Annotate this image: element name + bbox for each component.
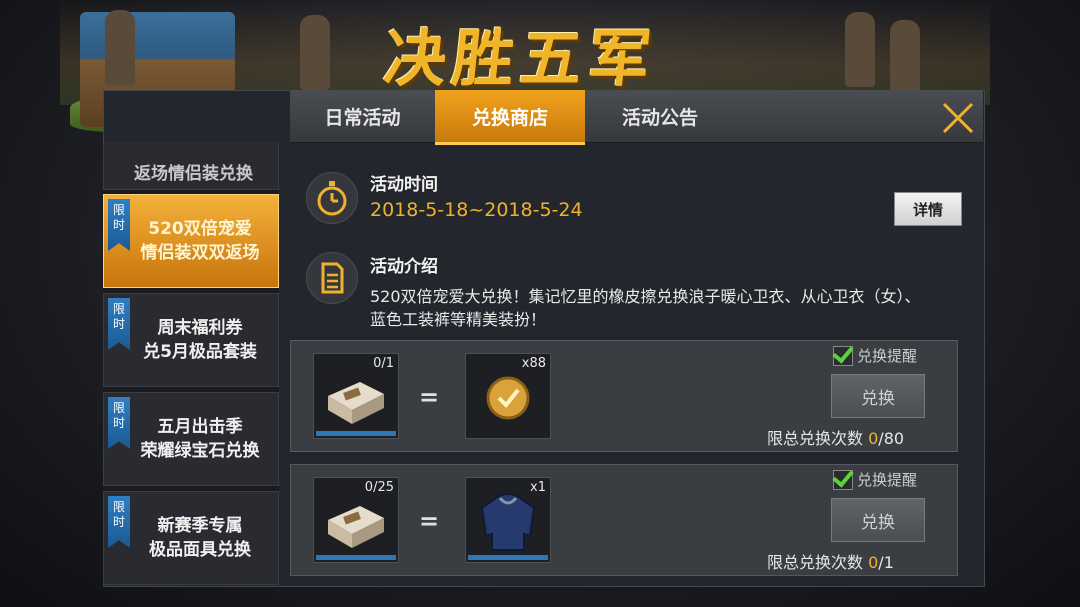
sidebar-item-line2: 极品面具兑换 <box>149 540 251 560</box>
equals-sign: = <box>419 383 440 411</box>
equals-sign: = <box>419 507 440 535</box>
sidebar-item-line1: 新赛季专属 <box>157 516 243 536</box>
exchange-limit: 限总兑换次数 0/1 <box>767 549 894 573</box>
checkbox-checked-icon[interactable] <box>833 469 853 490</box>
exchange-content: 活动时间 2018-5-18~2018-5-24 详情 活动介绍 520双倍宠爱… <box>290 142 983 585</box>
reward-item-hoodie[interactable]: x1 <box>465 477 551 563</box>
sidebar-item-weekend[interactable]: 限时 周末福利券 兑5月极品套装 <box>103 293 279 387</box>
exchange-row: 0/1 = x88 兑换提醒 兑换 限总兑换次数 0/80 <box>290 340 958 452</box>
sidebar-item-line2: 情侣装双双返场 <box>140 243 260 263</box>
limit-total: /1 <box>878 553 894 572</box>
sidebar-item-label: 520双倍宠爱 情侣装双双返场 <box>123 217 260 265</box>
limit-used: 0 <box>868 553 879 572</box>
limit-used: 0 <box>868 429 879 448</box>
limit-total: /80 <box>878 429 905 448</box>
soldier-figure <box>105 10 135 85</box>
exchange-row: 0/25 = x1 兑换提醒 兑换 限总兑换次数 0/1 <box>290 464 958 576</box>
cost-item-eraser[interactable]: 0/25 <box>313 477 399 563</box>
exchange-reminder-label: 兑换提醒 <box>857 347 918 365</box>
cost-count: 0/25 <box>364 480 394 495</box>
sidebar-item-may[interactable]: 限时 五月出击季 荣耀绿宝石兑换 <box>103 392 279 486</box>
sidebar-item-line1: 周末福利券 <box>157 318 243 338</box>
sidebar-item-new-season[interactable]: 限时 新赛季专属 极品面具兑换 <box>103 491 279 585</box>
activity-time-value: 2018-5-18~2018-5-24 <box>370 199 583 221</box>
sidebar-item-line1: 五月出击季 <box>157 417 243 437</box>
tab-bar: 日常活动 兑换商店 活动公告 <box>290 90 983 145</box>
sidebar-item-label: 新赛季专属 极品面具兑换 <box>131 514 251 562</box>
soldier-figure <box>300 15 330 90</box>
exchange-reminder-label: 兑换提醒 <box>857 471 918 489</box>
close-icon[interactable] <box>940 100 976 136</box>
sidebar-item-520[interactable]: 限时 520双倍宠爱 情侣装双双返场 <box>103 194 279 288</box>
soldier-figure <box>845 12 875 87</box>
progress-bar <box>316 431 396 436</box>
activity-time-label: 活动时间 <box>370 175 438 195</box>
tab-daily-activity[interactable]: 日常活动 <box>290 90 435 142</box>
limit-label: 限总兑换次数 <box>767 553 864 572</box>
sidebar-item-label: 周末福利券 兑5月极品套装 <box>125 316 257 364</box>
checkbox-checked-icon[interactable] <box>833 345 853 366</box>
exchange-reminder-toggle[interactable]: 兑换提醒 <box>833 345 917 366</box>
sidebar-item-line1: 520双倍宠爱 <box>148 219 252 239</box>
limited-time-badge: 限时 <box>108 298 130 350</box>
exchange-button[interactable]: 兑换 <box>831 374 925 418</box>
cost-item-eraser[interactable]: 0/1 <box>313 353 399 439</box>
sidebar-item-partial[interactable]: 返场情侣装兑换 <box>103 142 279 190</box>
exchange-button[interactable]: 兑换 <box>831 498 925 542</box>
sidebar-item-label: 五月出击季 荣耀绿宝石兑换 <box>123 415 260 463</box>
sidebar-item-line2: 荣耀绿宝石兑换 <box>140 441 260 461</box>
reward-item-coin[interactable]: x88 <box>465 353 551 439</box>
cost-count: 0/1 <box>373 356 394 371</box>
tab-announcement[interactable]: 活动公告 <box>585 90 735 142</box>
tab-exchange-shop[interactable]: 兑换商店 <box>435 90 585 145</box>
activity-intro-text: 520双倍宠爱大兑换！集记忆里的橡皮擦兑换浪子暖心卫衣、从心卫衣（女）、蓝色工装… <box>370 287 921 329</box>
banner-title: 决胜五军 <box>380 22 661 95</box>
activity-sidebar[interactable]: 返场情侣装兑换 限时 520双倍宠爱 情侣装双双返场 限时 周末福利券 兑5月极… <box>103 142 279 585</box>
document-icon <box>306 252 358 304</box>
soldier-figure <box>890 20 920 95</box>
limited-time-badge: 限时 <box>108 397 130 449</box>
activity-intro-label: 活动介绍 <box>370 257 438 277</box>
reward-count: x1 <box>530 480 546 495</box>
limited-time-badge: 限时 <box>108 199 130 251</box>
sidebar-item-label: 返场情侣装兑换 <box>134 164 253 184</box>
progress-bar <box>468 555 548 560</box>
stopwatch-icon <box>306 172 358 224</box>
exchange-limit: 限总兑换次数 0/80 <box>767 425 904 449</box>
details-button[interactable]: 详情 <box>894 192 962 226</box>
reward-count: x88 <box>521 356 546 371</box>
limit-label: 限总兑换次数 <box>767 429 864 448</box>
progress-bar <box>316 555 396 560</box>
exchange-reminder-toggle[interactable]: 兑换提醒 <box>833 469 917 490</box>
sidebar-item-line2: 兑5月极品套装 <box>143 342 257 362</box>
limited-time-badge: 限时 <box>108 496 130 548</box>
